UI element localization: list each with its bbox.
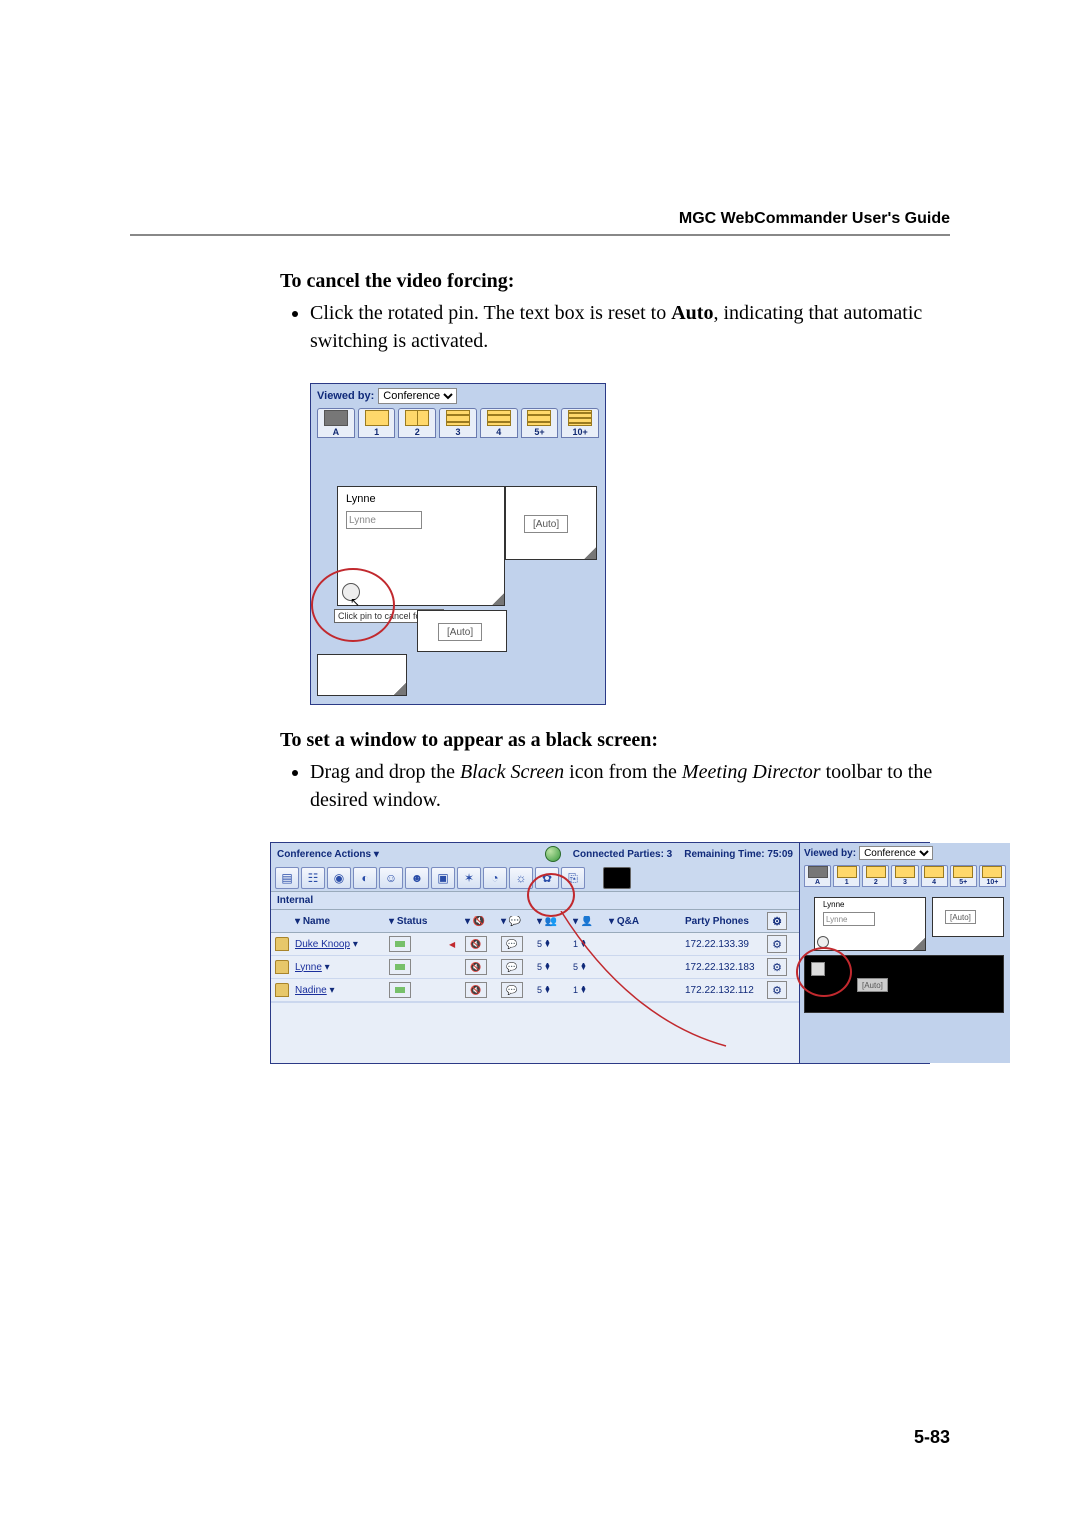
viewed-by-label: Viewed by: (804, 848, 856, 859)
party-phone: 172.22.133.39 (685, 939, 765, 950)
tool-icon-2[interactable]: ☷ (301, 867, 325, 889)
heading-cancel-forcing: To cancel the video forcing: (280, 270, 950, 293)
chat-button[interactable]: 💬 (501, 936, 523, 952)
party-phone: 172.22.132.112 (685, 985, 765, 996)
cell-lynne-input[interactable] (346, 511, 422, 529)
status-icon (389, 982, 411, 998)
table-row: Duke Knoop ▾ ◀ 🔇 💬 5▲▼ 1▲▼ 172.22.133.39… (271, 933, 799, 956)
layout-tab-5plus[interactable]: 5+ (521, 408, 559, 438)
viewed-by-select[interactable]: Conference (859, 846, 933, 860)
layout-cell-black[interactable]: [Auto] (804, 955, 1004, 1013)
table-row: Nadine ▾ 🔇 💬 5▲▼ 1▲▼ 172.22.132.112 ⚙ (271, 979, 799, 1002)
tool-icon-12[interactable]: ⎘ (561, 867, 585, 889)
video-layout-panel-mini: Viewed by: Conference A 1 2 3 4 5+ 10+ (799, 843, 1010, 1063)
conference-actions-menu[interactable]: Conference Actions ▾ (277, 849, 379, 860)
cell-lynne-title: Lynne (346, 493, 376, 505)
layout-tab-3[interactable]: 3 (891, 865, 918, 887)
tab-internal[interactable]: Internal (271, 891, 799, 910)
tool-icon-8[interactable]: ✶ (457, 867, 481, 889)
layout-tab-10plus[interactable]: 10+ (979, 865, 1006, 887)
tool-icon-11[interactable]: ✿ (535, 867, 559, 889)
table-row: Lynne ▾ 🔇 💬 5▲▼ 5▲▼ 172.22.132.183 ⚙ (271, 956, 799, 979)
bullet-black-screen: Drag and drop the Black Screen icon from… (310, 758, 950, 814)
auto-badge: [Auto] (524, 515, 568, 533)
layout-cell-bottomleft[interactable] (317, 654, 407, 696)
row-settings-icon[interactable]: ⚙ (767, 935, 787, 953)
tool-icon-6[interactable]: ☻ (405, 867, 429, 889)
settings-icon[interactable]: ⚙ (767, 912, 787, 930)
heading-black-screen: To set a window to appear as a black scr… (280, 729, 950, 752)
tool-icon-9[interactable]: ◔ (483, 867, 507, 889)
black-screen-icon[interactable] (603, 867, 631, 889)
chat-button[interactable]: 💬 (501, 982, 523, 998)
layout-tab-1[interactable]: 1 (833, 865, 860, 887)
layout-tab-3[interactable]: 3 (439, 408, 477, 438)
globe-icon (545, 846, 561, 862)
layout-tab-2[interactable]: 2 (862, 865, 889, 887)
cursor-icon: ↖ (350, 595, 360, 609)
layout-cell-topright[interactable]: [Auto] (505, 486, 597, 560)
lock-icon (275, 937, 289, 951)
remaining-time-label: Remaining Time: 75:09 (684, 849, 793, 860)
layout-tab-a[interactable]: A (804, 865, 831, 887)
page-header: MGC WebCommander User's Guide (679, 210, 950, 228)
resize-handle-icon[interactable] (394, 683, 406, 695)
tool-icon-10[interactable]: ☼ (509, 867, 533, 889)
layout-tab-a[interactable]: A (317, 408, 355, 438)
pin-icon[interactable] (817, 936, 829, 948)
layout-cell-topright[interactable]: [Auto] (932, 897, 1004, 937)
mute-button[interactable]: 🔇 (465, 936, 487, 952)
auto-badge: [Auto] (857, 978, 888, 992)
resize-handle-icon[interactable] (584, 547, 596, 559)
layout-tab-4[interactable]: 4 (921, 865, 948, 887)
tool-icon-3[interactable]: ◉ (327, 867, 351, 889)
party-link[interactable]: Lynne (295, 962, 322, 973)
auto-badge: [Auto] (438, 623, 482, 641)
layout-tab-5plus[interactable]: 5+ (950, 865, 977, 887)
mute-button[interactable]: 🔇 (465, 982, 487, 998)
layout-tab-1[interactable]: 1 (358, 408, 396, 438)
viewed-by-select[interactable]: Conference (378, 388, 457, 404)
meeting-toolbar: ▤ ☷ ◉ ◐ ☺ ☻ ▣ ✶ ◔ ☼ ✿ ⎘ (271, 865, 799, 891)
tool-icon-4[interactable]: ◐ (353, 867, 377, 889)
status-icon (389, 959, 411, 975)
tool-icon-5[interactable]: ☺ (379, 867, 403, 889)
table-header: ▾ Name ▾ Status ▾ 🔇 ▾ 💬 ▾ 👥 ▾ 👤 ▾ Q&A Pa… (271, 910, 799, 933)
layout-cell-midright[interactable]: [Auto] (417, 610, 507, 652)
layout-tab-2[interactable]: 2 (398, 408, 436, 438)
status-icon (389, 936, 411, 952)
layout-tab-10plus[interactable]: 10+ (561, 408, 599, 438)
video-layout-panel: Viewed by: Conference A 1 2 3 4 5+ 10+ (310, 383, 606, 705)
auto-badge: [Auto] (945, 910, 976, 924)
mute-button[interactable]: 🔇 (465, 959, 487, 975)
tool-icon-1[interactable]: ▤ (275, 867, 299, 889)
layout-cell-main[interactable]: Lynne (814, 897, 926, 951)
party-link[interactable]: Duke Knoop (295, 939, 350, 950)
chat-button[interactable]: 💬 (501, 959, 523, 975)
resize-handle-icon[interactable] (492, 593, 504, 605)
row-settings-icon[interactable]: ⚙ (767, 958, 787, 976)
bullet-cancel-forcing: Click the rotated pin. The text box is r… (310, 299, 950, 355)
meeting-director-panel: Conference Actions ▾ Connected Parties: … (270, 842, 930, 1064)
header-rule (130, 234, 950, 236)
lock-icon (275, 983, 289, 997)
party-link[interactable]: Nadine (295, 985, 327, 996)
layout-cell-main[interactable]: Lynne ↖ Click pin to cancel forcing (337, 486, 505, 606)
party-phone: 172.22.132.183 (685, 962, 765, 973)
cell-lynne-input[interactable] (823, 912, 875, 926)
lock-icon (275, 960, 289, 974)
drag-cursor-icon (811, 962, 825, 976)
layout-tab-4[interactable]: 4 (480, 408, 518, 438)
page-number: 5-83 (914, 1427, 950, 1448)
tool-icon-7[interactable]: ▣ (431, 867, 455, 889)
resize-handle-icon[interactable] (913, 938, 925, 950)
viewed-by-label: Viewed by: (317, 390, 374, 402)
row-settings-icon[interactable]: ⚙ (767, 981, 787, 999)
connected-parties-label: Connected Parties: 3 (573, 849, 672, 860)
alert-icon: ◀ (449, 940, 463, 949)
